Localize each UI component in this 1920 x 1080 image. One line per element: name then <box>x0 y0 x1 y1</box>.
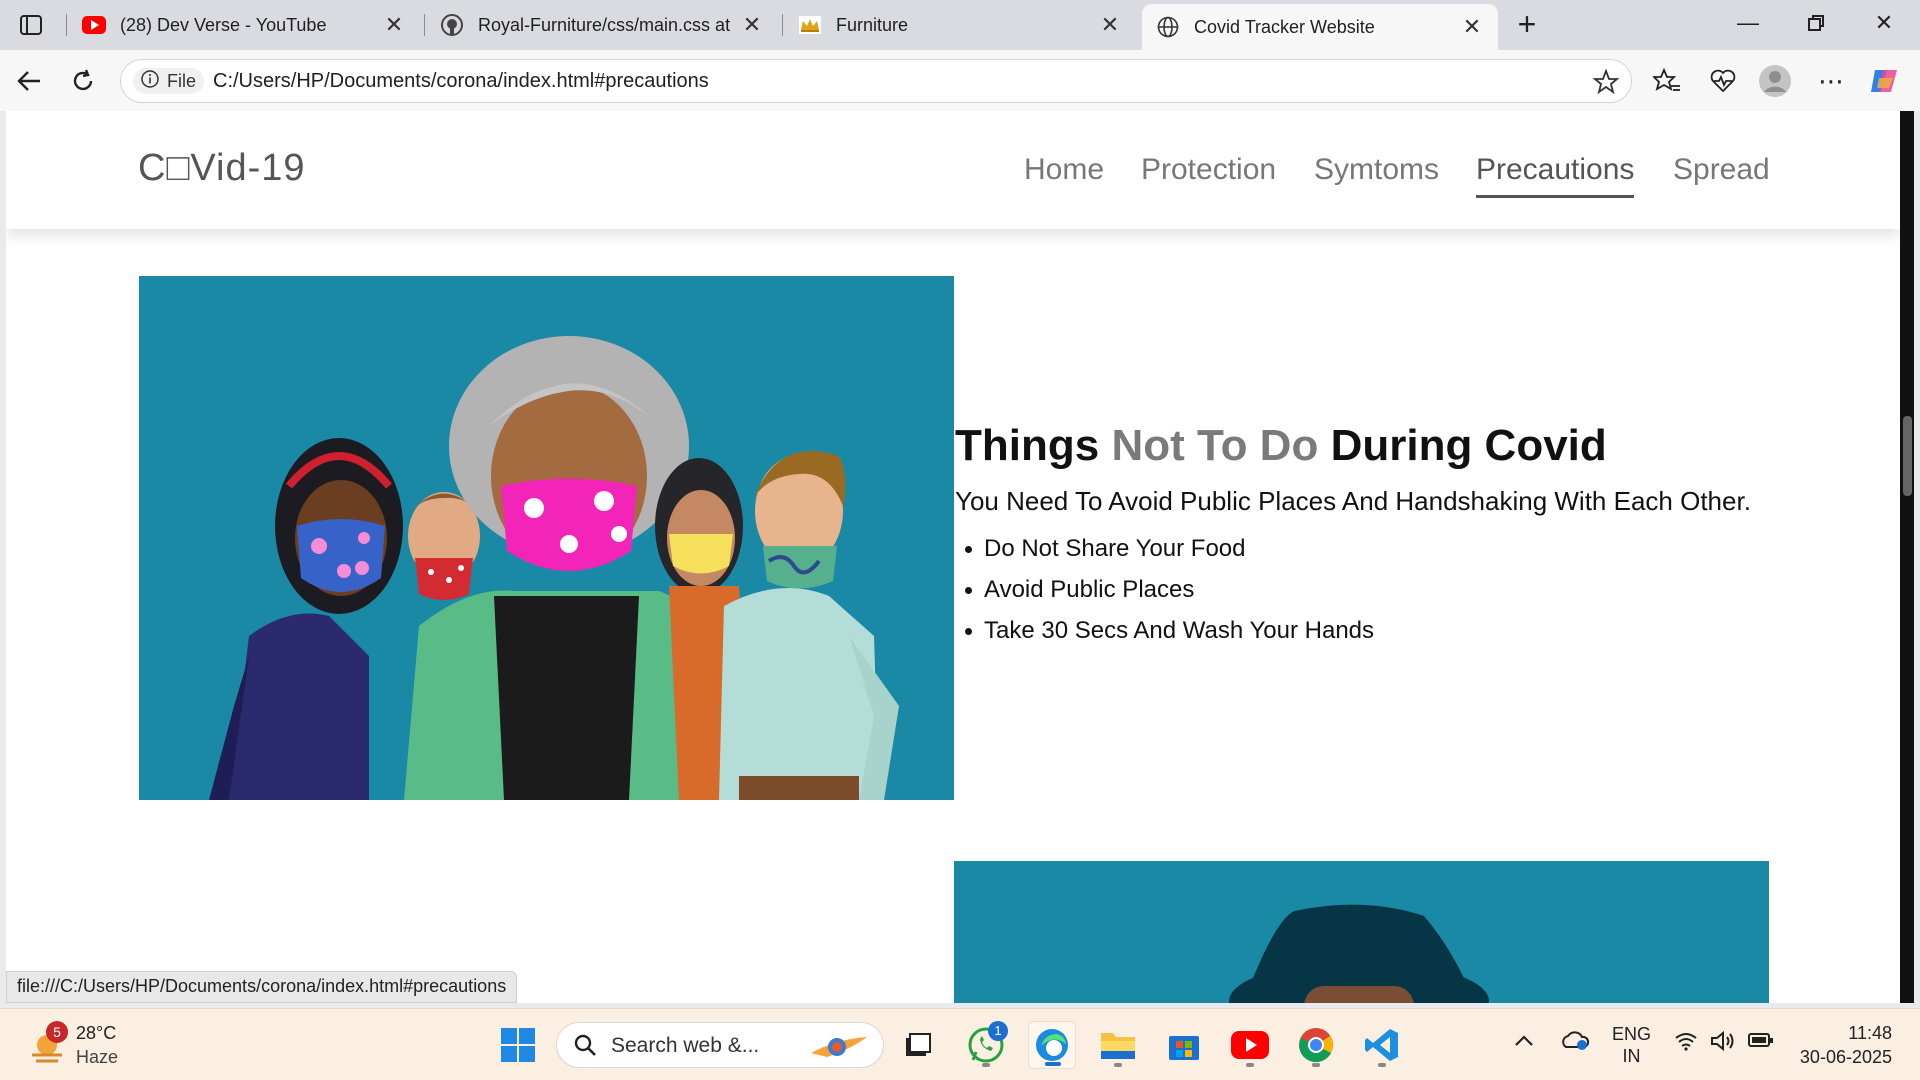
chrome-icon[interactable] <box>1292 1021 1340 1069</box>
tab-actions-icon[interactable] <box>16 12 46 38</box>
clock-time: 11:48 <box>1848 1023 1892 1043</box>
close-icon[interactable]: ✕ <box>382 12 406 38</box>
youtube-icon <box>82 13 106 37</box>
tab-covid-tracker[interactable]: Covid Tracker Website ✕ <box>1142 4 1498 50</box>
scheme-label: File <box>167 70 197 91</box>
url-text[interactable]: C:/Users/HP/Documents/corona/index.html#… <box>213 70 709 93</box>
browser-essentials-icon[interactable] <box>1706 64 1740 98</box>
list-item: Avoid Public Places <box>964 576 1374 617</box>
section-subtext: You Need To Avoid Public Places And Hand… <box>955 486 1751 516</box>
heading-highlight: Not To Do <box>1111 421 1319 470</box>
search-placeholder: Search web &... <box>611 1034 760 1057</box>
vscode-icon[interactable] <box>1358 1021 1406 1069</box>
tab-youtube[interactable]: (28) Dev Verse - YouTube ✕ <box>68 4 420 46</box>
onedrive-icon[interactable] <box>1560 1029 1590 1056</box>
list-item: Do Not Share Your Food <box>964 535 1374 576</box>
restore-button[interactable] <box>1796 10 1836 40</box>
precautions-list: Do Not Share Your Food Avoid Public Plac… <box>964 535 1374 658</box>
info-icon <box>141 69 159 93</box>
tab-title: (28) Dev Verse - YouTube <box>120 14 327 35</box>
edge-browser-icon[interactable] <box>1028 1021 1076 1069</box>
running-indicator <box>982 1063 990 1067</box>
wifi-icon[interactable] <box>1674 1031 1698 1056</box>
microsoft-store-icon[interactable] <box>1160 1021 1208 1069</box>
youtube-app-icon[interactable] <box>1226 1021 1274 1069</box>
minimize-button[interactable]: — <box>1728 10 1768 40</box>
weather-condition: Haze <box>76 1047 119 1067</box>
address-bar[interactable]: File C:/Users/HP/Documents/corona/index.… <box>120 59 1632 103</box>
file-explorer-icon[interactable] <box>1094 1021 1142 1069</box>
refresh-button[interactable] <box>64 62 102 100</box>
close-window-button[interactable]: ✕ <box>1864 10 1904 40</box>
language-line1: ENG <box>1612 1024 1652 1044</box>
show-hidden-icons-chevron-icon[interactable] <box>1514 1031 1534 1052</box>
heading-text-start: Things <box>955 421 1112 470</box>
tab-github[interactable]: Royal-Furniture/css/main.css at m ✕ <box>426 4 778 46</box>
copilot-icon[interactable] <box>1868 64 1902 98</box>
profile-avatar-icon[interactable] <box>1758 64 1792 98</box>
site-logo[interactable]: C□Vid-19 <box>138 147 306 190</box>
close-icon[interactable]: ✕ <box>1098 12 1122 38</box>
windows-start-icon[interactable] <box>500 1027 536 1063</box>
more-options-icon[interactable]: ⋯ <box>1814 64 1848 98</box>
battery-icon[interactable] <box>1748 1031 1774 1054</box>
site-info-button[interactable]: File <box>133 68 205 94</box>
nav-spread[interactable]: Spread <box>1673 153 1770 187</box>
system-clock[interactable]: 11:48 30-06-2025 <box>1800 1021 1892 1069</box>
search-highlight-icon <box>807 1031 873 1066</box>
second-illustration <box>954 861 1769 1003</box>
tab-title: Covid Tracker Website <box>1194 16 1375 37</box>
site-header: C□Vid-19 Home Protection Symtoms Precaut… <box>6 111 1900 229</box>
running-indicator <box>1246 1063 1254 1067</box>
running-indicator <box>1114 1063 1122 1067</box>
tab-title: Furniture <box>836 14 909 35</box>
running-indicator <box>1378 1063 1386 1067</box>
nav-protection[interactable]: Protection <box>1141 153 1276 187</box>
close-icon[interactable]: ✕ <box>740 12 764 38</box>
back-button[interactable] <box>10 62 48 100</box>
nav-precautions[interactable]: Precautions <box>1476 153 1635 198</box>
tab-separator <box>424 14 425 36</box>
running-indicator <box>1312 1063 1320 1067</box>
language-line2: IN <box>1622 1046 1641 1066</box>
search-icon <box>573 1033 597 1062</box>
page-viewport: C□Vid-19 Home Protection Symtoms Precaut… <box>6 111 1900 1003</box>
volume-icon[interactable] <box>1710 1030 1736 1056</box>
taskbar-search[interactable]: Search web &... <box>556 1022 884 1068</box>
nav-symtoms[interactable]: Symtoms <box>1314 153 1439 187</box>
language-indicator[interactable]: ENG IN <box>1612 1023 1651 1067</box>
close-icon[interactable]: ✕ <box>1460 14 1484 40</box>
weather-temperature: 28°C <box>76 1023 117 1043</box>
scrollbar-thumb[interactable] <box>1903 416 1912 496</box>
new-tab-button[interactable]: + <box>1510 8 1544 42</box>
page-scrollbar[interactable] <box>1900 111 1914 1003</box>
tab-separator <box>782 14 783 36</box>
github-icon <box>440 13 464 37</box>
windows-taskbar: 5 28°C Haze Search web &... 1 ENG IN 11:… <box>0 1008 1920 1080</box>
globe-icon <box>1156 15 1180 39</box>
taskview-icon[interactable] <box>894 1021 942 1069</box>
favorites-icon[interactable] <box>1650 64 1684 98</box>
tab-separator <box>66 14 67 36</box>
tab-strip: (28) Dev Verse - YouTube ✕ Royal-Furnitu… <box>0 0 1920 50</box>
crown-icon <box>798 13 822 37</box>
nav-home[interactable]: Home <box>1024 153 1104 187</box>
list-item: Take 30 Secs And Wash Your Hands <box>964 617 1374 658</box>
favorite-star-icon[interactable] <box>1592 68 1620 95</box>
browser-toolbar: File C:/Users/HP/Documents/corona/index.… <box>0 50 1920 111</box>
clock-date: 30-06-2025 <box>1799 1047 1892 1067</box>
status-bar-url: file:///C:/Users/HP/Documents/corona/ind… <box>6 971 518 1003</box>
whatsapp-badge: 1 <box>988 1021 1008 1041</box>
tab-title: Royal-Furniture/css/main.css at m <box>478 14 732 35</box>
masked-people-illustration <box>139 276 954 800</box>
heading-text-end: During Covid <box>1318 421 1607 470</box>
tab-furniture[interactable]: Furniture ✕ <box>784 4 1136 46</box>
weather-widget[interactable]: 5 28°C Haze <box>24 1021 134 1069</box>
section-heading: Things Not To Do During Covid <box>955 421 1607 471</box>
whatsapp-icon[interactable]: 1 <box>962 1021 1010 1069</box>
notification-badge: 5 <box>46 1021 68 1043</box>
running-indicator <box>1045 1062 1061 1066</box>
